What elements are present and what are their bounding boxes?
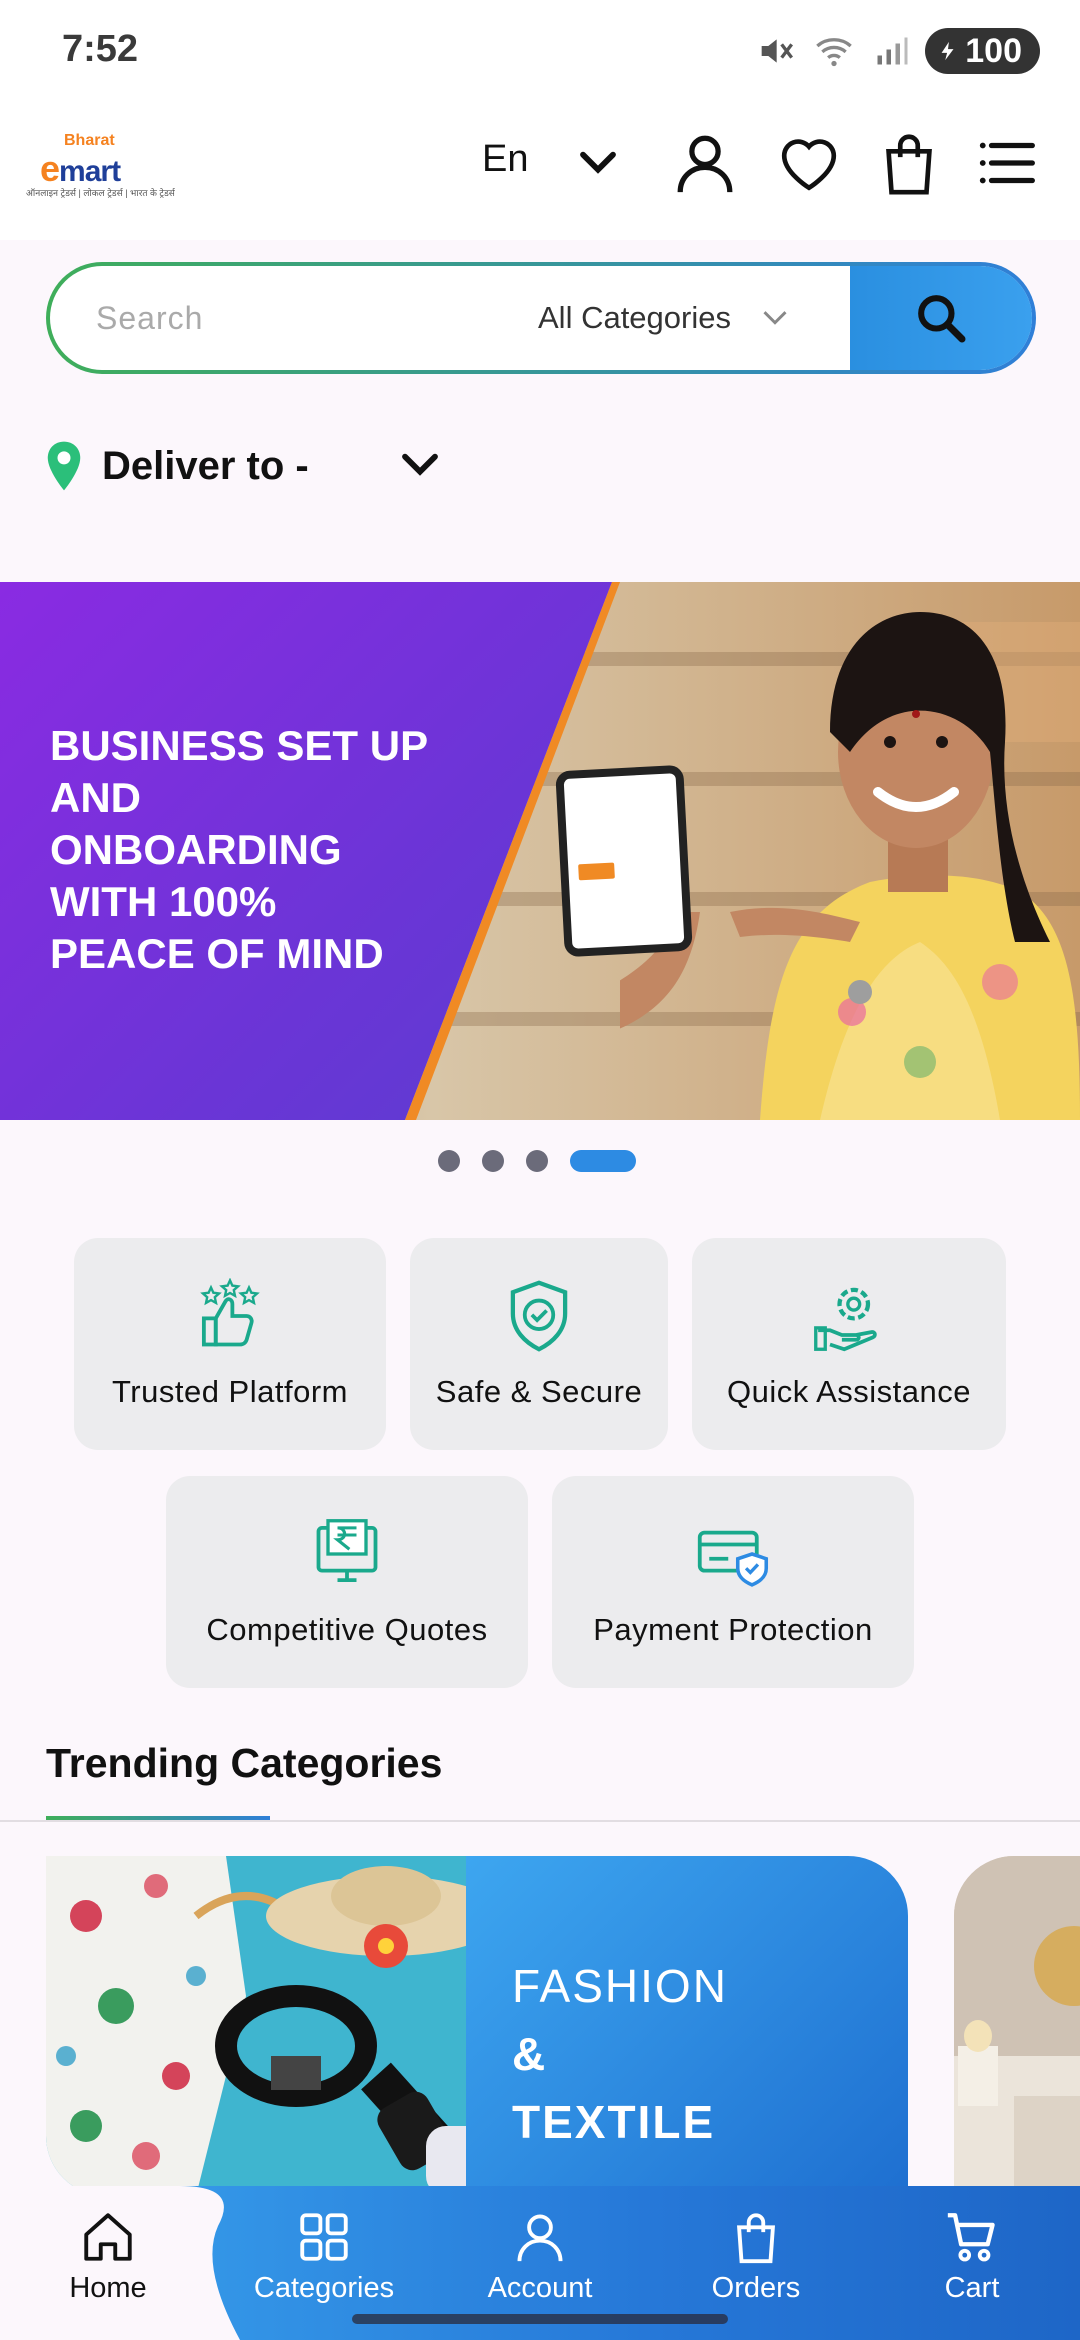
search-button[interactable]	[850, 266, 1032, 370]
battery-icon: 100	[925, 28, 1040, 74]
nav-label: Cart	[944, 2272, 1000, 2304]
nav-label: Categories	[253, 2272, 395, 2304]
category-select[interactable]: All Categories	[538, 266, 898, 370]
section-title-trending: Trending Categories	[46, 1740, 443, 1786]
woman-illustration	[620, 612, 1080, 1120]
user-icon	[517, 2214, 563, 2262]
fashion-photo	[46, 1856, 466, 2196]
cart-icon	[947, 2213, 995, 2262]
language-selector[interactable]: En	[482, 138, 528, 181]
carousel-dot[interactable]	[438, 1150, 460, 1172]
heart-icon[interactable]	[774, 128, 844, 198]
nav-label: Home	[69, 2272, 147, 2304]
search-bar: All Categories	[46, 262, 1036, 374]
mute-icon	[761, 39, 794, 63]
category-select-label: All Categories	[538, 300, 731, 335]
search-input[interactable]	[96, 266, 526, 370]
search-icon	[918, 295, 966, 343]
feature-safe-secure[interactable]: Safe & Secure	[410, 1238, 668, 1450]
promo-banner[interactable]: BUSINESS SET UP AND ONBOARDING WITH 100%…	[0, 582, 1080, 1120]
chevron-down-icon[interactable]	[400, 450, 440, 480]
nav-label: Account	[487, 2272, 593, 2304]
nav-categories[interactable]: Categories	[244, 2208, 404, 2318]
carousel-dots	[438, 1150, 636, 1172]
status-time: 7:52	[62, 28, 139, 70]
nav-account[interactable]: Account	[460, 2208, 620, 2318]
feature-label: Payment Protection	[593, 1612, 873, 1647]
home-indicator[interactable]	[352, 2314, 728, 2324]
home-icon	[84, 2213, 132, 2261]
carousel-dot[interactable]	[482, 1150, 504, 1172]
logo-main-text: emart	[40, 148, 121, 189]
carousel-dot[interactable]	[526, 1150, 548, 1172]
nav-orders[interactable]: Orders	[676, 2208, 836, 2318]
signal-icon	[877, 37, 908, 65]
status-icons: 100	[755, 28, 1040, 74]
logo[interactable]: Bharat emart ऑनलाइन ट्रेडर्स | लोकल ट्रे…	[22, 132, 175, 202]
feature-label: Safe & Secure	[435, 1374, 643, 1409]
category-card-home[interactable]	[954, 1856, 1080, 2196]
feature-quick-assistance[interactable]: Quick Assistance	[692, 1238, 1006, 1450]
carousel-dot-active[interactable]	[570, 1150, 636, 1172]
status-bar: 7:52 100	[0, 0, 1080, 110]
nav-home[interactable]: Home	[28, 2208, 188, 2318]
banner-headline: BUSINESS SET UP AND ONBOARDING WITH 100%…	[50, 722, 428, 977]
category-card-fashion[interactable]: FASHION & TEXTILE	[46, 1856, 908, 2196]
section-underline	[46, 1816, 270, 1820]
logo-tagline: ऑनलाइन ट्रेडर्स | लोकल ट्रेडर्स | भारत क…	[26, 188, 175, 198]
category-card-title: FASHION & TEXTILE	[512, 1960, 728, 2148]
nav-label: Orders	[711, 2272, 801, 2304]
shield-check-icon	[510, 1280, 568, 1352]
support-gear-icon	[814, 1287, 877, 1352]
deliver-to[interactable]: Deliver to -	[44, 440, 309, 492]
feature-label: Competitive Quotes	[206, 1612, 488, 1647]
deliver-label: Deliver to -	[102, 443, 309, 488]
thumbs-up-stars-icon	[200, 1278, 260, 1347]
menu-icon[interactable]	[974, 128, 1044, 198]
grid-icon	[300, 2213, 348, 2261]
bag-icon	[737, 2213, 775, 2264]
wifi-icon	[816, 38, 853, 67]
feature-label: Trusted Platform	[112, 1374, 348, 1409]
feature-trusted-platform[interactable]: Trusted Platform	[74, 1238, 386, 1450]
bag-icon[interactable]	[874, 128, 944, 198]
feature-payment-protection[interactable]: Payment Protection	[552, 1476, 914, 1688]
user-icon[interactable]	[670, 128, 740, 198]
feature-competitive-quotes[interactable]: Competitive Quotes	[166, 1476, 528, 1688]
nav-cart[interactable]: Cart	[892, 2208, 1052, 2318]
chevron-down-icon[interactable]	[578, 148, 618, 178]
app-header: Bharat emart ऑनलाइन ट्रेडर्स | लोकल ट्रे…	[0, 110, 1080, 240]
tablet-image	[555, 764, 693, 958]
rupee-monitor-icon	[316, 1519, 378, 1583]
feature-label: Quick Assistance	[726, 1374, 972, 1409]
home-decor-illustration	[954, 1856, 1080, 2196]
card-shield-icon	[697, 1530, 769, 1587]
fashion-illustration	[46, 1856, 466, 2196]
battery-level: 100	[965, 31, 1022, 70]
chevron-down-icon	[763, 311, 787, 325]
location-pin-icon	[47, 441, 81, 491]
